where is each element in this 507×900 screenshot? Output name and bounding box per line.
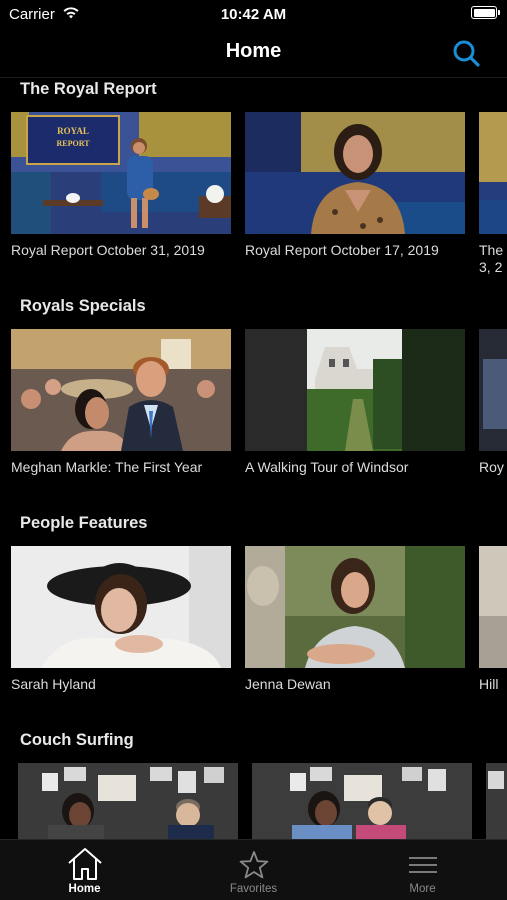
video-thumbnail (11, 329, 231, 451)
video-thumbnail (18, 763, 238, 840)
tab-label: Favorites (229, 883, 278, 895)
video-card[interactable] (486, 763, 507, 840)
video-title: Hill (479, 676, 499, 692)
carousel-royal-report[interactable]: ROYAL REPORT Royal Report October 31, 20… (0, 112, 507, 282)
svg-text:REPORT: REPORT (56, 139, 90, 148)
video-card[interactable] (252, 763, 472, 840)
video-thumbnail (479, 546, 507, 668)
video-title: Royal Report October 31, 2019 (11, 242, 205, 258)
video-card[interactable]: ROYAL REPORT Royal Report October 31, 20… (11, 112, 231, 259)
battery-icon (471, 6, 500, 19)
tab-favorites[interactable]: Favorites (169, 840, 338, 900)
video-thumbnail (486, 763, 507, 840)
video-thumbnail (479, 329, 507, 451)
search-button[interactable] (451, 38, 483, 70)
video-card[interactable]: Sarah Hyland (11, 546, 231, 693)
video-thumbnail (245, 112, 465, 234)
menu-icon (409, 857, 437, 873)
section-title: Royals Specials (20, 297, 146, 315)
section-title: People Features (20, 514, 148, 532)
video-thumbnail (252, 763, 472, 840)
video-thumbnail: ROYAL REPORT (11, 112, 231, 234)
video-card[interactable] (18, 763, 238, 840)
video-card[interactable]: Jenna Dewan (245, 546, 465, 693)
video-title: Royal Report October 17, 2019 (245, 242, 439, 258)
status-bar: Carrier 10:42 AM (0, 0, 507, 30)
tab-more[interactable]: More (338, 840, 507, 900)
tab-bar: Home Favorites More (0, 839, 507, 900)
video-card[interactable]: The 3, 2 (479, 112, 507, 276)
carousel-couch-surfing[interactable] (0, 763, 507, 840)
page-title: Home (225, 40, 282, 62)
video-title: Sarah Hyland (11, 676, 96, 692)
video-thumbnail (479, 112, 507, 234)
tab-label: More (409, 883, 436, 895)
video-title: A Walking Tour of Windsor (245, 459, 409, 475)
carousel-people-features[interactable]: Sarah Hyland Jenna Dewan Hill (0, 546, 507, 716)
video-card[interactable]: A Walking Tour of Windsor (245, 329, 465, 476)
video-card[interactable]: Roy (479, 329, 507, 476)
home-icon (68, 848, 102, 880)
video-title: Meghan Markle: The First Year (11, 459, 203, 475)
video-thumbnail (245, 329, 465, 451)
video-card[interactable]: Hill (479, 546, 507, 693)
video-card[interactable]: Royal Report October 17, 2019 (245, 112, 465, 259)
section-title: Couch Surfing (20, 731, 134, 749)
tab-label: Home (68, 883, 101, 895)
video-title: Jenna Dewan (245, 676, 331, 692)
search-icon (453, 40, 480, 67)
video-thumbnail (245, 546, 465, 668)
tab-home[interactable]: Home (0, 840, 169, 900)
carousel-royals-specials[interactable]: Meghan Markle: The First Year A Walking … (0, 329, 507, 499)
home-feed[interactable]: The Royal Report ROYAL REPORT Royal Repo… (0, 78, 507, 840)
svg-text:ROYAL: ROYAL (57, 126, 89, 136)
section-title: The Royal Report (20, 80, 157, 98)
video-card[interactable]: Meghan Markle: The First Year (11, 329, 231, 476)
navigation-bar: Home (0, 30, 507, 78)
video-thumbnail (11, 546, 231, 668)
video-title: Roy (479, 459, 504, 475)
status-time: 10:42 AM (220, 6, 287, 23)
star-icon (239, 851, 269, 879)
video-title: The 3, 2 (479, 242, 504, 275)
